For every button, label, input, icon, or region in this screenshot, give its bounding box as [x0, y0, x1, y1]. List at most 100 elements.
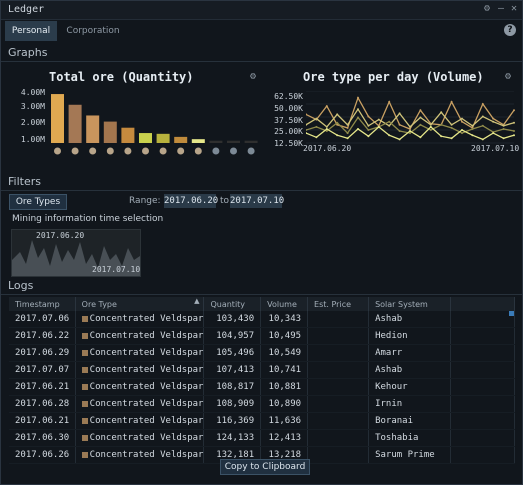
minimize-icon[interactable]: –	[495, 3, 507, 15]
filters-section-header[interactable]: Filters	[1, 174, 522, 191]
series-point	[492, 117, 495, 120]
series-point	[450, 137, 453, 140]
column-header-solar-system[interactable]: Solar System	[368, 297, 452, 311]
series-point	[346, 126, 349, 129]
bar-ore-8[interactable]	[174, 136, 188, 143]
tab-corporation[interactable]: Corporation	[61, 21, 125, 41]
bar-ore-10[interactable]	[209, 140, 223, 143]
series-point	[377, 125, 380, 128]
left-y-label: 2.00M	[20, 118, 45, 127]
logs-section-header[interactable]: Logs	[1, 278, 522, 295]
filters-section-title: Filters	[8, 175, 41, 188]
bar-ore-9[interactable]	[191, 139, 205, 143]
ore-type-text: Concentrated Veldspar	[89, 450, 204, 460]
bar-ore-11[interactable]	[227, 140, 240, 143]
timeline-selector[interactable]: 2017.06.20 2017.07.10	[11, 229, 141, 277]
blank-cell	[450, 378, 515, 396]
est-price-cell	[307, 378, 370, 396]
ore-swatch-icon	[81, 451, 88, 458]
quantity-cell: 108,817	[203, 378, 262, 396]
blank-cell	[450, 412, 515, 430]
table-row[interactable]: 2017.06.29 Concentrated Veldspar 105,496 10…	[9, 344, 515, 362]
logs-scrollbar-thumb[interactable]	[509, 311, 514, 316]
settings-icon[interactable]: ⚙	[481, 3, 493, 15]
ore-icon	[71, 147, 79, 155]
copy-to-clipboard-button[interactable]: Copy to Clipboard	[220, 459, 310, 475]
series-point	[502, 137, 505, 140]
series-point	[367, 135, 370, 138]
est-price-cell	[307, 344, 370, 362]
series-point	[440, 135, 443, 138]
series-point	[429, 125, 432, 128]
range-label: Range:	[129, 196, 161, 206]
bar-ore-1[interactable]	[51, 94, 64, 143]
table-row[interactable]: 2017.06.30 Concentrated Veldspar 124,133 12…	[9, 429, 515, 447]
help-icon[interactable]: ?	[504, 24, 516, 36]
table-row[interactable]: 2017.06.28 Concentrated Veldspar 108,909 10…	[9, 395, 515, 413]
series-point	[388, 134, 391, 137]
solar-system-cell: Ashab	[368, 361, 452, 379]
column-header-timestamp[interactable]: Timestamp	[9, 297, 76, 311]
series-point	[336, 134, 339, 137]
right-y-label: 12.50K	[274, 139, 303, 148]
table-row[interactable]: 2017.06.22 Concentrated Veldspar 104,957 10…	[9, 327, 515, 345]
series-point	[409, 125, 411, 128]
table-row[interactable]: 2017.07.07 Concentrated Veldspar 107,413 10…	[9, 361, 515, 379]
series-point	[481, 138, 484, 141]
ore-type-cell: Concentrated Veldspar	[75, 344, 205, 362]
table-row[interactable]: 2017.07.06 Concentrated Veldspar 103,430 10…	[9, 311, 515, 328]
bar-ore-3[interactable]	[86, 115, 100, 143]
quantity-cell: 116,369	[203, 412, 262, 430]
series-point	[461, 129, 463, 131]
table-row[interactable]: 2017.06.21 Concentrated Veldspar 108,817 10…	[9, 378, 515, 396]
tab-personal[interactable]: Personal	[5, 21, 57, 41]
logs-table-body: 2017.07.06 Concentrated Veldspar 103,430 10…	[9, 311, 515, 464]
title-bar[interactable]: Ledger ⚙ – ✕	[1, 1, 522, 20]
bar-ore-12[interactable]	[244, 140, 258, 143]
series-point	[377, 118, 380, 121]
right-y-label: 62.50K	[274, 92, 303, 101]
series-point	[367, 129, 370, 131]
range-from-input[interactable]: 2017.06.20	[164, 194, 218, 208]
graphs-section-header[interactable]: Graphs	[1, 45, 522, 62]
tab-bar: Personal Corporation ?	[1, 21, 522, 41]
left-y-label: 1.00M	[20, 135, 45, 144]
series-point	[481, 124, 484, 127]
left-chart-gear-icon[interactable]: ⚙	[250, 72, 260, 82]
series-point	[336, 121, 339, 124]
ore-type-text: Concentrated Veldspar	[89, 399, 204, 409]
solar-system-cell: Boranai	[368, 412, 452, 430]
solar-system-cell: Ashab	[368, 311, 452, 328]
column-header-quantity[interactable]: Quantity	[203, 297, 262, 311]
est-price-cell	[307, 429, 370, 447]
column-header-volume[interactable]: Volume	[260, 297, 309, 311]
series-point	[450, 126, 453, 129]
ore-types-button[interactable]: Ore Types	[9, 194, 67, 210]
series-point	[440, 123, 443, 126]
bar-ore-4[interactable]	[103, 121, 117, 143]
volume-cell: 10,549	[260, 344, 309, 362]
close-icon[interactable]: ✕	[508, 3, 520, 15]
ore-type-cell: Concentrated Veldspar	[75, 429, 205, 447]
series-point	[419, 109, 422, 112]
column-header-ore-type[interactable]: Ore Type ▲	[75, 297, 205, 311]
right-y-label: 37.50K	[274, 116, 303, 125]
table-row[interactable]: 2017.06.21 Concentrated Veldspar 116,369 11…	[9, 412, 515, 430]
bar-ore-7[interactable]	[156, 133, 170, 143]
bar-ore-6[interactable]	[139, 133, 152, 143]
series-point	[513, 121, 515, 124]
ore-type-text: Concentrated Veldspar	[89, 433, 204, 443]
bar-ore-5[interactable]	[121, 127, 135, 143]
ore-icon	[124, 147, 132, 155]
mining-info-label: Mining information time selection	[12, 214, 164, 224]
right-chart-gear-icon[interactable]: ⚙	[505, 72, 515, 82]
column-header-est-price[interactable]: Est. Price	[307, 297, 370, 311]
range-to-input[interactable]: 2017.07.10	[230, 194, 284, 208]
ore-type-cell: Concentrated Veldspar	[75, 395, 205, 413]
series-point	[367, 115, 370, 118]
sort-ascending-icon: ▲	[194, 297, 200, 305]
ore-swatch-icon	[81, 400, 88, 407]
left-chart-title: Total ore (Quantity)	[49, 70, 194, 84]
bar-ore-2[interactable]	[68, 104, 82, 143]
ore-type-text: Concentrated Veldspar	[89, 348, 204, 358]
